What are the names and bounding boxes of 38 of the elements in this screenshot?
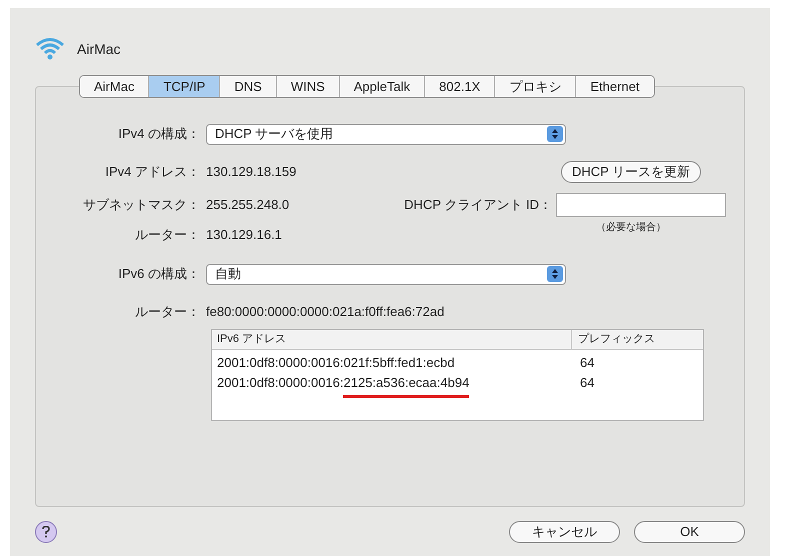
tab[interactable]: AppleTalk	[338, 76, 424, 97]
router-address: 130.129.16.1	[206, 226, 283, 244]
ok-button[interactable]: OK	[634, 521, 745, 543]
ipv4-address: 130.129.18.159	[206, 163, 298, 182]
field-label: ルーター：	[135, 227, 200, 242]
tab[interactable]: TCP/IP	[148, 76, 220, 97]
field-label: IPv4 の構成：	[118, 126, 200, 142]
tab[interactable]: WINS	[276, 76, 339, 97]
column-header: IPv6 アドレス	[212, 330, 572, 349]
field-label: IPv4 アドレス：	[105, 164, 200, 180]
window-title: AirMac	[77, 40, 121, 58]
renew-lease-button[interactable]: DHCP リースを更新	[561, 161, 702, 183]
ipv6-config-popup[interactable]: 自動	[206, 264, 566, 284]
tab[interactable]: 802.1X	[424, 76, 494, 97]
client-id-hint: （必要な場合）	[595, 220, 667, 235]
table-cell-text: 64	[579, 374, 594, 392]
tab[interactable]: プロキシ	[494, 76, 576, 97]
field-label: サブネットマスク：	[83, 197, 200, 212]
question-mark-icon	[42, 526, 50, 538]
table-cell: 2001:0df8:0000:0016:021f:5bff:fed1:ecbd	[217, 355, 455, 370]
router-address: fe80:0000:0000:0000:021a:f0ff:fea6:72ad	[206, 303, 444, 322]
table-cell: 2001:0df8:0000:0016:2125:a536:ecaa:4b94	[217, 375, 470, 390]
tab[interactable]: DNS	[219, 76, 276, 97]
tab[interactable]: AirMac	[80, 76, 148, 97]
wifi-icon	[35, 36, 65, 62]
table-cell-text: 64	[579, 354, 594, 372]
field-label: ルーター：	[135, 304, 200, 320]
stepper-icon	[547, 126, 563, 142]
ipv4-config-popup[interactable]: DHCP サーバを使用	[206, 124, 566, 144]
stepper-icon	[547, 266, 563, 282]
field-label: DHCP クライアント ID：	[403, 196, 553, 214]
field-label: IPv6 の構成：	[118, 266, 200, 282]
tab[interactable]: Ethernet	[575, 76, 654, 97]
client-id-field[interactable]	[556, 193, 726, 217]
cancel-button[interactable]: キャンセル	[509, 521, 620, 543]
subnet-mask: 255.255.248.0	[206, 196, 290, 214]
help-button[interactable]	[35, 521, 57, 543]
column-header: プレフィックス	[577, 332, 655, 348]
